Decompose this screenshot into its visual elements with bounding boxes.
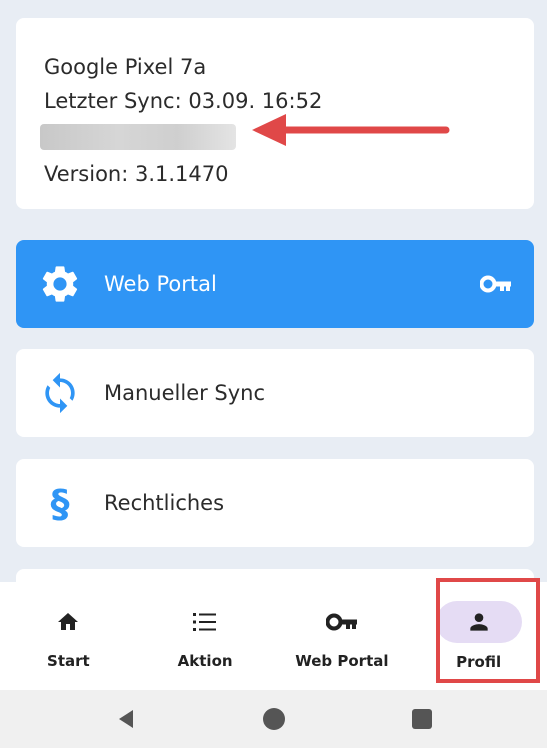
person-icon (435, 601, 522, 643)
back-icon[interactable] (52, 708, 200, 730)
sync-icon (38, 371, 82, 415)
nav-start[interactable]: Start (0, 582, 137, 690)
menu-item-label: Manueller Sync (104, 381, 266, 405)
home-icon (36, 606, 100, 638)
menu-item-label: Rechtliches (104, 491, 225, 515)
home-circle-icon[interactable] (200, 707, 348, 731)
svg-text:§: § (51, 482, 70, 525)
nav-label: Web Portal (295, 652, 389, 670)
system-navigation-bar (0, 690, 547, 748)
menu-item-web-portal[interactable]: Web Portal (16, 240, 534, 328)
nav-action[interactable]: Aktion (137, 582, 274, 690)
nav-label: Profil (456, 653, 502, 671)
nav-label: Aktion (177, 652, 233, 670)
gear-icon (38, 262, 82, 306)
menu-item-label: Web Portal (104, 272, 217, 296)
version-text: Version: 3.1.1470 (44, 162, 229, 186)
nav-profile[interactable]: Profil (410, 582, 547, 690)
key-icon (310, 606, 374, 638)
redacted-field (40, 124, 236, 150)
recents-icon[interactable] (348, 708, 496, 730)
nav-web-portal[interactable]: Web Portal (274, 582, 411, 690)
menu-item-manual-sync[interactable]: Manueller Sync (16, 349, 534, 437)
annotation-arrow-icon (252, 114, 450, 146)
menu-item-legal[interactable]: § Rechtliches (16, 459, 534, 547)
bottom-navigation: Start Aktion Web Portal Profil (0, 582, 547, 690)
device-name: Google Pixel 7a (44, 55, 207, 79)
key-icon (480, 275, 512, 293)
list-icon (173, 606, 237, 638)
paragraph-icon: § (38, 481, 82, 525)
nav-label: Start (47, 652, 90, 670)
